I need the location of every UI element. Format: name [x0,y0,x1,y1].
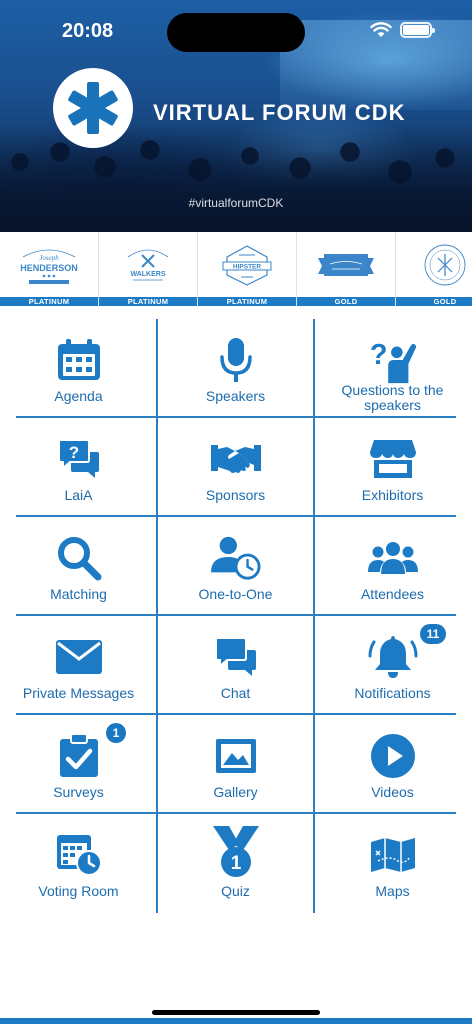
sponsor-name-line: HIPSTER [233,264,261,271]
walkers-logo-icon: WALKERS [127,249,169,281]
menu-item-quiz[interactable]: 1 Quiz [157,814,314,913]
sponsor-carousel[interactable]: Joseph HENDERSON PLATINUM WALKERS PLATIN… [0,232,472,306]
menu-item-matching[interactable]: Matching [0,517,157,616]
event-logo [53,68,133,148]
menu-item-attendees[interactable]: Attendees [314,517,471,616]
menu-item-laia[interactable]: ? LaiA [0,418,157,517]
menu-label: Exhibitors [361,487,424,503]
search-icon [57,537,101,581]
bell-ringing-icon [368,636,417,678]
surveys-badge: 1 [106,723,126,743]
status-time: 20:08 [62,20,114,42]
calendar-clock-icon [56,835,102,876]
menu-label: Surveys [53,784,104,800]
event-hashtag: #virtualforumCDK [188,196,284,210]
raised-hand-question-icon: ? [369,339,416,384]
menu-label: Sponsors [205,487,266,503]
hipster-logo-icon: HIPSTER [222,245,272,286]
home-indicator[interactable] [152,1010,320,1015]
sponsor-logo-walkers[interactable]: WALKERS PLATINUM [99,232,198,306]
menu-item-exhibitors[interactable]: Exhibitors [314,418,471,517]
calendar-icon [57,339,100,380]
menu-label: LaiA [64,487,93,503]
menu-item-gallery[interactable]: Gallery [157,715,314,814]
bottom-accent-bar [0,1018,472,1024]
clipboard-check-icon [59,733,98,777]
handshake-icon [210,445,261,473]
folded-map-icon [370,838,415,872]
svg-text:?: ? [68,443,78,462]
menu-label: Matching [50,586,107,602]
image-icon [215,739,256,773]
svg-text:?: ? [369,339,387,371]
menu-item-notifications[interactable]: Notifications 11 [314,616,471,715]
menu-label: Private Messages [22,685,135,701]
menu-label: Speakers [205,388,266,404]
envelope-icon [55,640,102,674]
medal-icon: 1 [212,826,259,877]
notifications-badge: 11 [420,624,446,644]
storefront-icon [369,440,416,478]
play-circle-icon [370,734,415,778]
travel-logo-icon [424,244,466,286]
asterisk-icon [68,82,118,134]
sponsor-name-line: WALKERS [131,271,166,278]
sponsor-tier-label: GOLD [297,297,395,306]
ribbon-logo-icon [318,254,374,276]
battery-icon [400,22,435,38]
menu-label: Agenda [54,388,103,404]
menu-label: Voting Room [38,883,119,899]
menu-label: Notifications [354,685,431,701]
menu-item-agenda[interactable]: Agenda [0,319,157,418]
sponsor-name-line: Joseph [39,254,59,262]
henderson-logo-icon: Joseph HENDERSON [20,249,78,284]
menu-label: Videos [371,784,414,800]
sponsor-tier-label: PLATINUM [198,297,296,306]
camera-notch [167,13,305,52]
status-icons [370,22,435,38]
sponsor-tier-label: GOLD [396,297,472,306]
svg-text:1: 1 [230,853,241,874]
question-chat-icon: ? [57,439,99,478]
sponsor-logo-henderson[interactable]: Joseph HENDERSON PLATINUM [0,232,99,306]
users-group-icon [367,542,418,574]
menu-item-one-to-one[interactable]: One-to-One [157,517,314,616]
sponsor-name-line: HENDERSON [20,263,78,273]
menu-item-chat[interactable]: Chat [157,616,314,715]
microphone-icon [219,338,252,382]
menu-label: Gallery [213,784,258,800]
event-title: VIRTUAL FORUM CDK [153,100,406,125]
menu-label: One-to-One [198,586,273,602]
menu-item-voting-room[interactable]: Voting Room [0,814,157,913]
menu-label: Questions to the speakers [341,382,444,413]
menu-label: Chat [220,685,251,701]
menu-item-videos[interactable]: Videos [314,715,471,814]
menu-item-surveys[interactable]: Surveys 1 [0,715,157,814]
wifi-icon [370,22,392,37]
sponsor-logo-travel[interactable]: GOLD [396,232,472,306]
menu-label: Quiz [221,883,250,899]
menu-item-maps[interactable]: Maps [314,814,471,913]
menu-item-speakers[interactable]: Speakers [157,319,314,418]
menu-label: Maps [375,883,410,899]
menu-item-private-messages[interactable]: Private Messages [0,616,157,715]
menu-item-sponsors[interactable]: Sponsors [157,418,314,517]
user-clock-icon [210,536,261,580]
sponsor-tier-label: PLATINUM [99,297,197,306]
sponsor-logo-ribbon[interactable]: GOLD [297,232,396,306]
chat-bubbles-icon [214,637,256,676]
sponsor-logo-hipster[interactable]: HIPSTER PLATINUM [198,232,297,306]
menu-item-questions[interactable]: ? Questions to the speakers [314,319,471,418]
sponsor-tier-label: PLATINUM [0,297,98,306]
menu-label: Attendees [360,586,425,602]
header-banner: 20:08 VIRTUAL FORUM CDK #virtualforumCDK [0,0,472,232]
